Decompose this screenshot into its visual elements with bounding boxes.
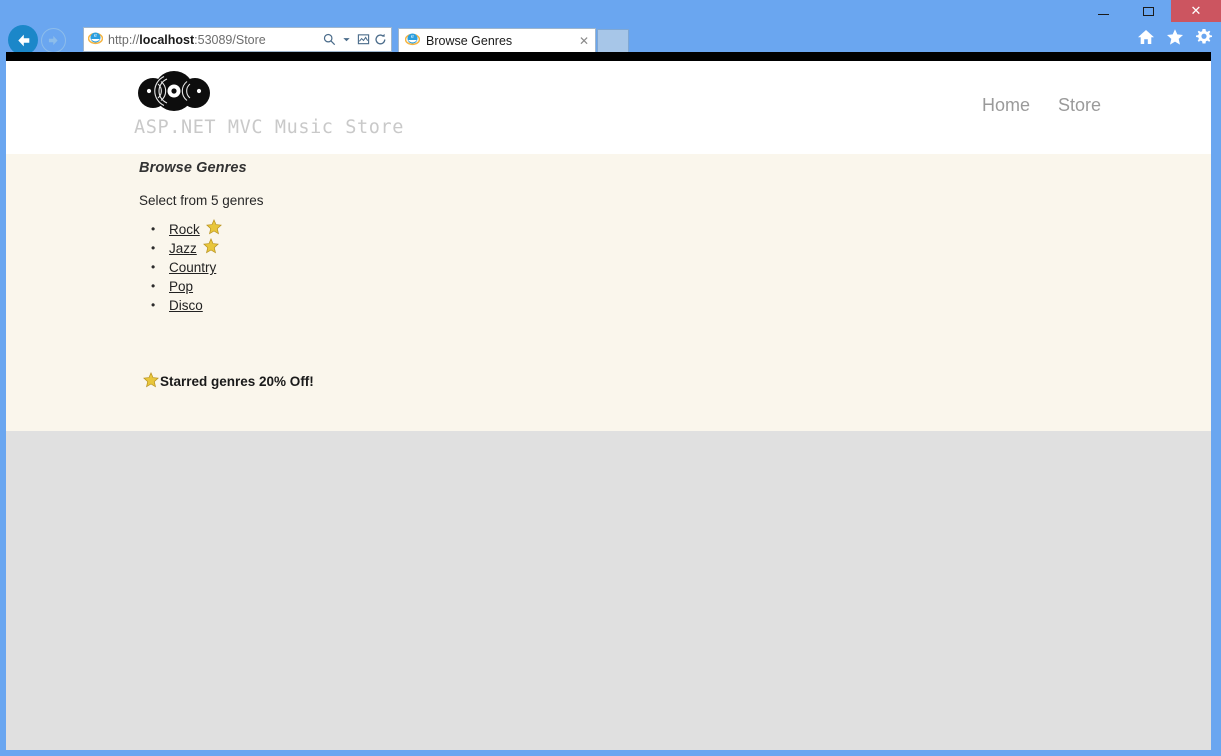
maximize-icon	[1143, 6, 1154, 16]
back-button[interactable]	[8, 25, 38, 55]
search-icon[interactable]	[321, 30, 338, 50]
compatibility-view-icon[interactable]	[355, 30, 372, 50]
minimize-icon	[1098, 14, 1109, 15]
genre-list: Rock Jazz Country	[6, 218, 1211, 315]
svg-text:e: e	[94, 32, 97, 39]
site-title: ASP.NET MVC Music Store	[134, 117, 404, 138]
list-item: Disco	[151, 296, 1211, 315]
forward-button[interactable]	[41, 27, 66, 53]
promo-note: Starred genres 20% Off!	[6, 315, 1211, 391]
ie-favicon-icon: e	[87, 30, 104, 50]
genre-link-country[interactable]: Country	[169, 260, 216, 275]
genre-link-jazz[interactable]: Jazz	[169, 241, 197, 256]
genre-link-rock[interactable]: Rock	[169, 222, 200, 237]
page-title: Browse Genres	[139, 160, 247, 176]
new-tab-button[interactable]	[597, 29, 629, 53]
genre-count-text: Select from 5 genres	[139, 193, 264, 208]
close-icon: ✕	[1190, 3, 1202, 19]
refresh-icon[interactable]	[372, 30, 389, 50]
svg-text:e: e	[411, 33, 414, 40]
url-text: http://localhost:53089/Store	[108, 32, 266, 47]
address-bar[interactable]: e http://localhost:53089/Store	[83, 27, 392, 52]
gear-icon[interactable]	[1195, 28, 1213, 46]
list-item: Rock	[151, 218, 1211, 240]
content-region: Browse Genres Select from 5 genres Rock …	[6, 154, 1211, 431]
browser-window: ✕ e http://localhost:53089/Store e Brows…	[0, 0, 1221, 756]
list-item: Jazz	[151, 237, 1211, 259]
maximize-button[interactable]	[1126, 0, 1171, 22]
close-window-button[interactable]: ✕	[1171, 0, 1221, 22]
nav-link-store[interactable]: Store	[1058, 95, 1101, 116]
genre-link-disco[interactable]: Disco	[169, 298, 203, 313]
star-icon	[143, 371, 159, 391]
chevron-down-icon[interactable]	[338, 30, 355, 50]
main-navigation: Home Store	[982, 95, 1101, 116]
minimize-button[interactable]	[1081, 0, 1126, 22]
favorites-star-icon[interactable]	[1166, 28, 1184, 46]
list-item: Pop	[151, 277, 1211, 296]
tab-title: Browse Genres	[426, 34, 513, 48]
star-icon	[205, 218, 222, 240]
site-top-bar	[6, 52, 1211, 61]
nav-link-home[interactable]: Home	[982, 95, 1030, 116]
page-viewport: ASP.NET MVC Music Store Home Store Brows…	[6, 52, 1211, 750]
navigation-buttons	[8, 25, 66, 55]
star-icon	[202, 237, 219, 259]
forward-arrow-icon	[48, 35, 58, 45]
promo-text: Starred genres 20% Off!	[160, 374, 314, 389]
site-header: ASP.NET MVC Music Store Home Store	[6, 61, 1211, 154]
window-controls: ✕	[1081, 0, 1221, 22]
list-item: Country	[151, 258, 1211, 277]
footer-area	[6, 431, 1211, 750]
tab-favicon-icon: e	[404, 31, 421, 51]
site-logo-block[interactable]: ASP.NET MVC Music Store	[134, 70, 404, 138]
back-arrow-icon	[17, 34, 29, 46]
tab-strip: e Browse Genres ✕	[398, 27, 629, 53]
browser-tab[interactable]: e Browse Genres ✕	[398, 28, 596, 53]
browser-chrome-bar: ✕ e http://localhost:53089/Store e Brows…	[0, 0, 1221, 55]
vinyl-records-logo-icon	[138, 71, 210, 111]
genre-link-pop[interactable]: Pop	[169, 279, 193, 294]
tab-close-icon[interactable]: ✕	[577, 34, 591, 48]
home-icon[interactable]	[1137, 28, 1155, 46]
chrome-icon-group	[1137, 28, 1213, 46]
